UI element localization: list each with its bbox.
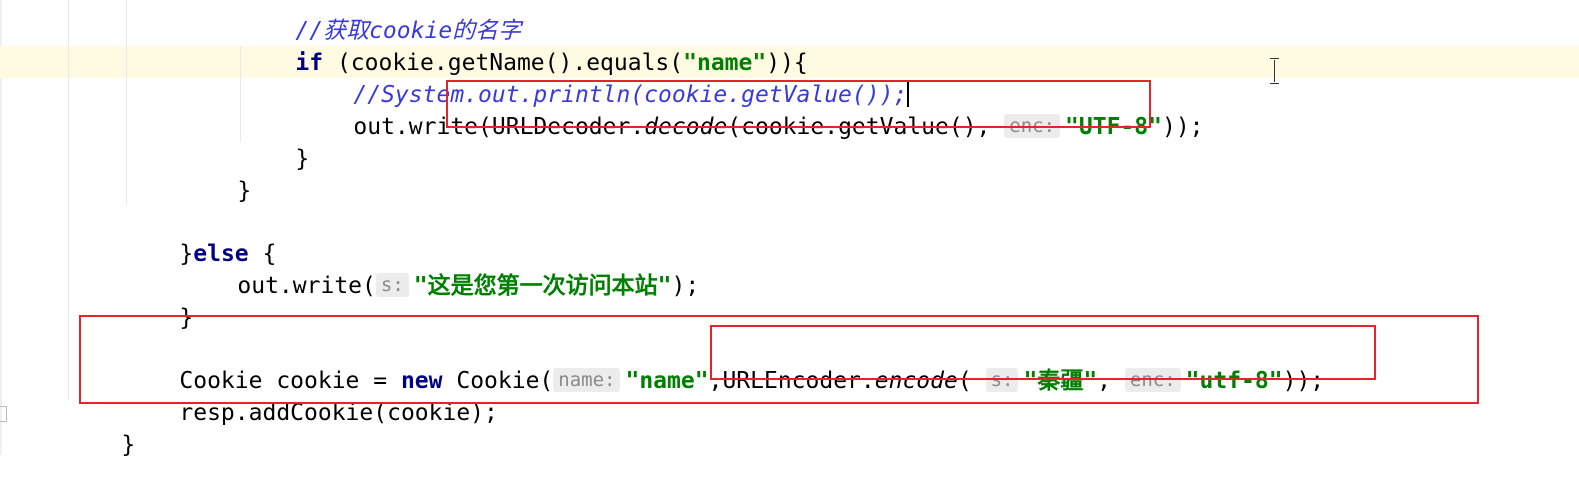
highlight-box-encode (710, 325, 1376, 380)
code-line: //System.out.println(cookie.getValue()); (298, 47, 910, 108)
closing-brace: } (121, 432, 136, 458)
code-text: out.write( (237, 273, 376, 299)
closing-brace: } (237, 178, 252, 204)
fold-marker-icon[interactable] (0, 406, 7, 422)
code-line: } (182, 143, 251, 204)
code-line: //获取cookie的名字 (240, 0, 521, 44)
code-line: } (240, 111, 309, 172)
code-line: if (cookie.getName().equals("name")){ (240, 15, 807, 76)
string-literal: "这是您第一次访问本站" (413, 273, 672, 299)
code-line: } (124, 270, 193, 331)
highlight-box-decode (446, 80, 1151, 128)
closing-brace: } (295, 146, 310, 172)
code-editor[interactable]: //获取cookie的名字 if (cookie.getName().equal… (0, 0, 1579, 458)
mouse-ibeam-cursor (1270, 58, 1280, 84)
code-text: ); (671, 273, 700, 299)
code-line: out.write(s: "这是您第一次访问本站"); (182, 238, 699, 299)
indent-guide (68, 0, 69, 400)
indent-guide (126, 0, 127, 205)
code-line: }else { (124, 206, 276, 267)
param-hint: s: (375, 273, 409, 297)
code-text: )); (1161, 114, 1204, 140)
